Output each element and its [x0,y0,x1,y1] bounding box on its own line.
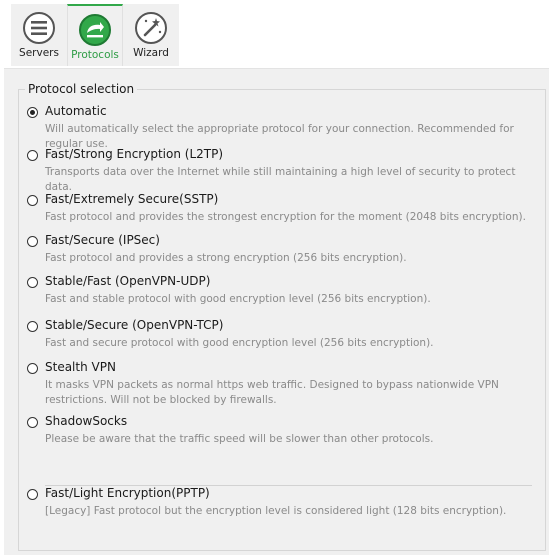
wizard-wand-icon [135,12,167,44]
radio-openvpn-udp[interactable] [27,277,38,288]
option-description: [Legacy] Fast protocol but the encryptio… [45,505,507,517]
radio-shadowsocks[interactable] [27,417,38,428]
option-description: Fast and stable protocol with good encry… [45,293,431,305]
option-description: Transports data over the Internet while … [45,166,516,193]
radio-stealth-vpn[interactable] [27,363,38,374]
option-label[interactable]: ShadowSocks [45,414,127,428]
option-label[interactable]: Stable/Secure (OpenVPN-TCP) [45,318,223,332]
option-label[interactable]: Automatic [45,104,107,118]
radio-l2tp[interactable] [27,150,38,161]
option-description: Please be aware that the traffic speed w… [45,433,434,445]
radio-automatic[interactable] [27,107,38,118]
top-toolbar: Servers Protocols Wizard [0,0,549,68]
option-description: Fast protocol and provides a strong encr… [45,252,407,264]
option-label[interactable]: Fast/Secure (IPSec) [45,233,160,247]
group-title: Protocol selection [25,82,138,96]
protocols-panel: Protocol selection Automatic Will automa… [4,68,549,555]
option-label[interactable]: Fast/Light Encryption(PPTP) [45,486,210,500]
option-description: It masks VPN packets as normal https web… [45,379,499,406]
tab-wizard-label: Wizard [133,47,169,59]
option-description: Fast and secure protocol with good encry… [45,337,434,349]
radio-openvpn-tcp[interactable] [27,321,38,332]
protocols-icon [79,14,111,46]
radio-pptp[interactable] [27,489,38,500]
radio-sstp[interactable] [27,195,38,206]
tab-wizard[interactable]: Wizard [123,4,179,66]
option-description: Fast protocol and provides the strongest… [45,211,526,223]
tab-protocols-label: Protocols [71,49,119,61]
option-label[interactable]: Fast/Strong Encryption (L2TP) [45,147,223,161]
tab-servers[interactable]: Servers [11,4,67,66]
option-label[interactable]: Fast/Extremely Secure(SSTP) [45,192,218,206]
servers-list-icon [23,12,55,44]
protocol-selection-group: Protocol selection Automatic Will automa… [18,82,546,551]
radio-ipsec[interactable] [27,236,38,247]
tab-servers-label: Servers [19,47,59,59]
option-label[interactable]: Stable/Fast (OpenVPN-UDP) [45,274,210,288]
tab-protocols[interactable]: Protocols [67,4,123,66]
option-label[interactable]: Stealth VPN [45,360,116,374]
